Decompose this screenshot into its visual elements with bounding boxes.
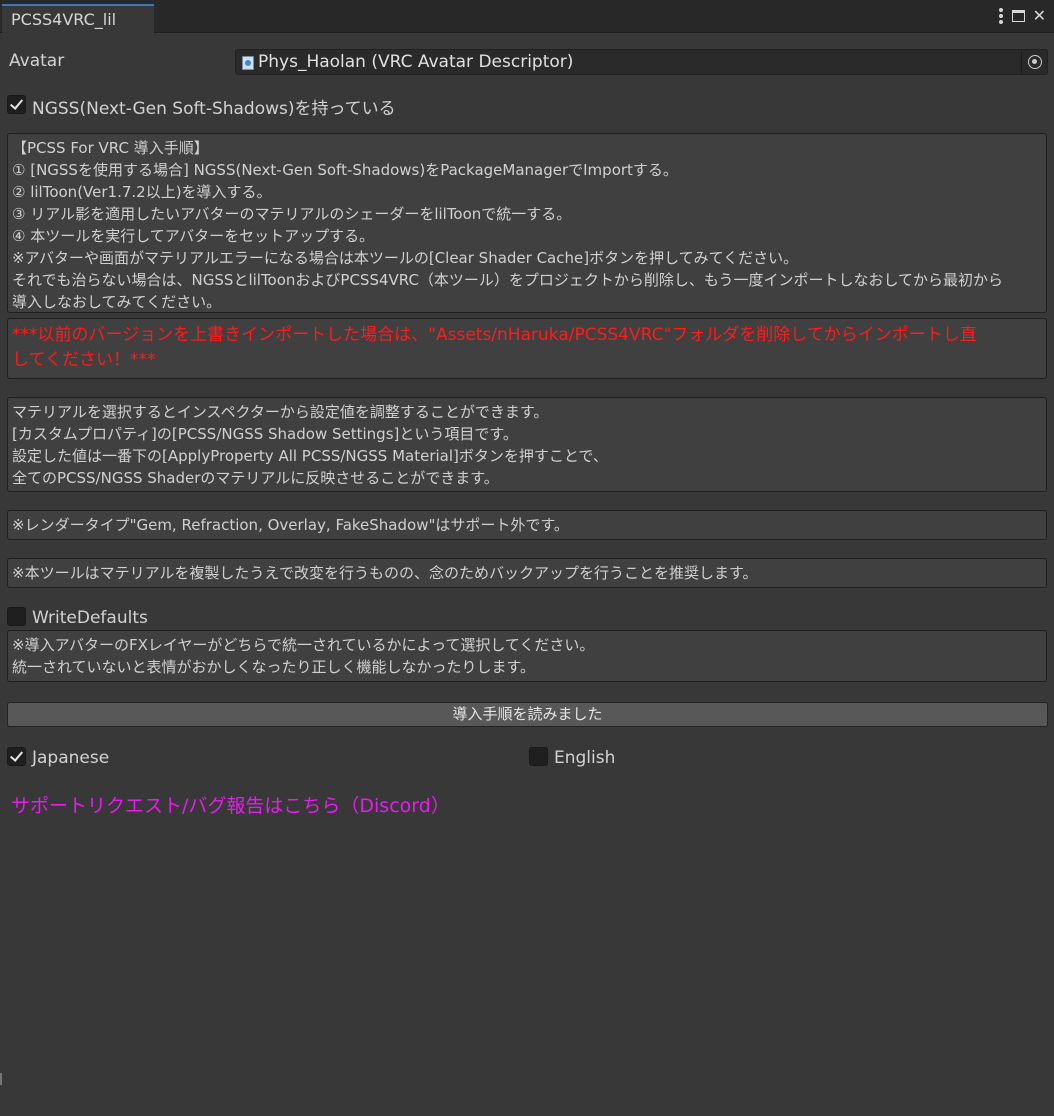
resize-handle[interactable] — [0, 1073, 2, 1085]
ngss-checkbox-label: NGSS(Next-Gen Soft-Shadows)を持っている — [32, 99, 396, 119]
backup-helpbox: ※本ツールはマテリアルを複製したうえで改変を行うものの、念のためバックアップを行… — [7, 558, 1047, 588]
close-icon[interactable]: ✕ — [1033, 6, 1046, 26]
instructions-line: ※アバターや画面がマテリアルエラーになる場合は本ツールの[Clear Shade… — [12, 249, 799, 267]
warning-helpbox: ***以前のバージョンを上書きインポートした場合は、"Assets/nHaruk… — [7, 318, 1047, 379]
support-discord-link[interactable]: サポートリクエスト/バグ報告はこちら（Discord） — [11, 791, 450, 818]
avatar-descriptor-icon — [242, 56, 254, 70]
material-info-line: 全てのPCSS/NGSS Shaderのマテリアルに反映させることができます。 — [12, 469, 499, 487]
english-label: English — [554, 748, 616, 768]
window-controls: ✕ — [998, 5, 1046, 27]
instructions-line: それでも治らない場合は、NGSSとlilToonおよびPCSS4VRC（本ツール… — [12, 271, 1004, 289]
write-defaults-note-line: ※導入アバターのFXレイヤーがどちらで統一されているかによって選択してください。 — [12, 636, 595, 654]
instructions-line: ③ リアル影を適用したいアバターのマテリアルのシェーダーをlilToonで統一す… — [12, 205, 572, 223]
object-picker-button[interactable] — [1021, 50, 1047, 74]
kebab-menu-icon[interactable] — [998, 7, 1004, 25]
instructions-line: ② lilToon(Ver1.7.2以上)を導入する。 — [12, 183, 272, 201]
tab-pcss4vrc[interactable]: PCSS4VRC_lil — [2, 4, 154, 33]
backup-note: ※本ツールはマテリアルを複製したうえで改変を行うものの、念のためバックアップを行… — [12, 564, 758, 582]
material-info-line: [カスタムプロパティ]の[PCSS/NGSS Shadow Settings]と… — [12, 425, 518, 443]
read-instructions-button[interactable]: 導入手順を読みました — [7, 702, 1048, 727]
write-defaults-label: WriteDefaults — [32, 608, 148, 628]
japanese-label: Japanese — [32, 748, 110, 768]
write-defaults-helpbox: ※導入アバターのFXレイヤーがどちらで統一されているかによって選択してください。… — [7, 630, 1047, 682]
avatar-field-value: Phys_Haolan (VRC Avatar Descriptor) — [258, 52, 574, 72]
avatar-object-field[interactable]: Phys_Haolan (VRC Avatar Descriptor) — [235, 49, 1048, 75]
render-type-note: ※レンダータイプ"Gem, Refraction, Overlay, FakeS… — [12, 516, 569, 534]
material-info-line: 設定した値は一番下の[ApplyProperty All PCSS/NGSS M… — [12, 447, 608, 465]
material-info-helpbox: マテリアルを選択するとインスペクターから設定値を調整することができます。 [カス… — [7, 397, 1047, 492]
japanese-checkbox[interactable] — [7, 747, 26, 766]
write-defaults-checkbox[interactable] — [7, 607, 26, 626]
warning-line: ***以前のバージョンを上書きインポートした場合は、"Assets/nHaruk… — [12, 325, 977, 345]
instructions-helpbox: 【PCSS For VRC 導入手順】 ① [NGSSを使用する場合] NGSS… — [7, 133, 1047, 313]
instructions-line: 導入しなおしてみてください。 — [12, 293, 222, 311]
object-picker-icon — [1028, 55, 1042, 69]
window-titlebar: PCSS4VRC_lil ✕ — [0, 0, 1054, 33]
instructions-line: 【PCSS For VRC 導入手順】 — [12, 139, 209, 157]
warning-line: してください！*** — [12, 350, 156, 370]
ngss-checkbox[interactable] — [7, 95, 26, 114]
material-info-line: マテリアルを選択するとインスペクターから設定値を調整することができます。 — [12, 403, 549, 421]
write-defaults-note-line: 統一されていないと表情がおかしくなったり正しく機能しなかったりします。 — [12, 658, 536, 676]
render-type-helpbox: ※レンダータイプ"Gem, Refraction, Overlay, FakeS… — [7, 510, 1047, 540]
instructions-line: ④ 本ツールを実行してアバターをセットアップする。 — [12, 227, 375, 245]
maximize-icon[interactable] — [1011, 10, 1025, 22]
avatar-label: Avatar — [9, 51, 65, 71]
english-checkbox[interactable] — [529, 747, 548, 766]
instructions-line: ① [NGSSを使用する場合] NGSS(Next-Gen Soft-Shado… — [12, 161, 678, 179]
